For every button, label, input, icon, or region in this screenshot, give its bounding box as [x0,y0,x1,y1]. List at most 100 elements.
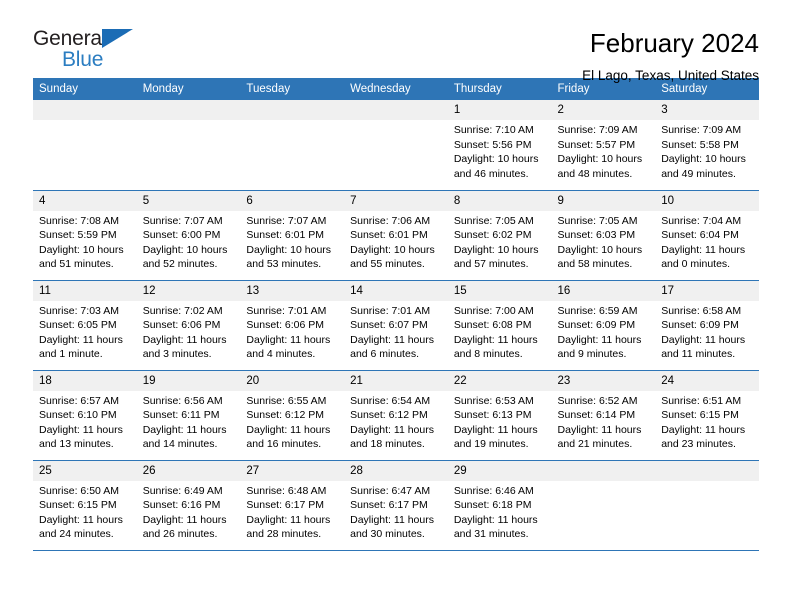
day-details: Sunrise: 7:04 AM Sunset: 6:04 PM Daylight:… [655,211,759,272]
sunset-time: Sunset: 6:03 PM [557,229,636,242]
daylight-duration-line2: and 48 minutes. [557,167,633,180]
daylight-duration-line1: Daylight: 11 hours [350,333,434,346]
sunrise-time: Sunrise: 6:56 AM [142,394,223,407]
sunrise-time: Sunrise: 7:06 AM [350,214,431,227]
sunset-time: Sunset: 6:17 PM [246,499,325,512]
calendar-day-cell[interactable]: 7 Sunrise: 7:06 AM Sunset: 6:01 PM Daylight… [344,190,448,281]
calendar-day-cell[interactable]: 5 Sunrise: 7:07 AM Sunset: 6:00 PM Daylight… [136,190,241,281]
day-details: Sunrise: 7:08 AM Sunset: 5:59 PM Daylight:… [33,211,137,272]
daylight-duration-line1: Daylight: 11 hours [39,423,123,436]
sunset-time: Sunset: 6:00 PM [142,229,221,242]
calendar-day-cell[interactable]: 21 Sunrise: 6:54 AM Sunset: 6:12 PM Dayligh… [344,370,448,461]
sunset-time: Sunset: 6:17 PM [350,499,428,512]
calendar-day-cell[interactable]: 28 Sunrise: 6:47 AM Sunset: 6:17 PM Dayligh… [344,460,448,551]
sunset-time: Sunset: 6:06 PM [142,319,221,332]
day-number: 21 [344,370,448,391]
day-details: Sunrise: 6:57 AM Sunset: 6:10 PM Daylight:… [33,391,137,452]
daylight-duration-line2: and 16 minutes. [246,438,322,451]
daylight-duration-line1: Daylight: 11 hours [453,513,538,526]
day-details: Sunrise: 6:47 AM Sunset: 6:17 PM Daylight:… [344,481,448,542]
calendar-day-cell[interactable]: 29 Sunrise: 6:46 AM Sunset: 6:18 PM Dayligh… [447,460,552,551]
daylight-duration-line1: Daylight: 11 hours [350,423,434,436]
calendar-day-cell[interactable]: 2 Sunrise: 7:09 AM Sunset: 5:57 PM Daylight… [551,100,656,191]
sunset-time: Sunset: 6:15 PM [661,409,739,422]
calendar-day-cell[interactable]: 16 Sunrise: 6:59 AM Sunset: 6:09 PM Dayligh… [551,280,656,371]
calendar-day-cell[interactable]: 26 Sunrise: 6:49 AM Sunset: 6:16 PM Dayligh… [136,460,241,551]
calendar-day-cell[interactable]: 10 Sunrise: 7:04 AM Sunset: 6:04 PM Dayligh… [655,190,759,281]
day-number: 15 [447,280,552,301]
weekday-header-wednesday: Wednesday [344,78,448,100]
day-number: 9 [551,190,656,211]
calendar-day-cell[interactable]: 23 Sunrise: 6:52 AM Sunset: 6:14 PM Dayligh… [551,370,656,461]
daylight-duration-line2: and 49 minutes. [661,167,736,180]
calendar-day-cell[interactable]: 14 Sunrise: 7:01 AM Sunset: 6:07 PM Dayligh… [344,280,448,371]
daylight-duration-line1: Daylight: 10 hours [453,243,539,256]
calendar-day-cell[interactable]: 18 Sunrise: 6:57 AM Sunset: 6:10 PM Dayligh… [33,370,137,461]
calendar-day-cell-empty [240,100,345,191]
calendar-day-cell[interactable]: 22 Sunrise: 6:53 AM Sunset: 6:13 PM Dayligh… [447,370,552,461]
daylight-duration-line2: and 28 minutes. [246,528,322,541]
page-header: General Blue February 2024 El Lago, Texa… [33,0,759,83]
day-number [136,100,241,120]
calendar-day-cell[interactable]: 9 Sunrise: 7:05 AM Sunset: 6:03 PM Daylight… [551,190,656,281]
calendar-day-cell[interactable]: 4 Sunrise: 7:08 AM Sunset: 5:59 PM Daylight… [33,190,137,281]
day-number: 24 [655,370,759,391]
sunset-time: Sunset: 6:01 PM [246,229,325,242]
calendar-day-cell[interactable]: 11 Sunrise: 7:03 AM Sunset: 6:05 PM Dayligh… [33,280,137,371]
daylight-duration-line2: and 57 minutes. [453,258,529,271]
sunrise-time: Sunrise: 7:09 AM [557,124,638,136]
calendar-day-cell[interactable]: 12 Sunrise: 7:02 AM Sunset: 6:06 PM Dayligh… [136,280,241,371]
day-details: Sunrise: 7:03 AM Sunset: 6:05 PM Daylight:… [33,301,137,362]
calendar-day-cell[interactable]: 17 Sunrise: 6:58 AM Sunset: 6:09 PM Dayligh… [655,280,759,371]
calendar-day-cell[interactable]: 6 Sunrise: 7:07 AM Sunset: 6:01 PM Daylight… [240,190,345,281]
general-blue-logo[interactable]: General Blue [33,27,153,75]
calendar-body: 1 Sunrise: 7:10 AM Sunset: 5:56 PM Daylight… [33,100,759,551]
calendar-day-cell[interactable]: 25 Sunrise: 6:50 AM Sunset: 6:15 PM Dayligh… [33,460,137,551]
sunset-time: Sunset: 6:09 PM [557,319,636,332]
sunrise-time: Sunrise: 7:01 AM [246,304,327,317]
calendar-week-row: 4 Sunrise: 7:08 AM Sunset: 5:59 PM Daylight… [33,190,759,281]
calendar-day-cell[interactable]: 13 Sunrise: 7:01 AM Sunset: 6:06 PM Dayligh… [240,280,345,371]
calendar-day-cell[interactable]: 8 Sunrise: 7:05 AM Sunset: 6:02 PM Daylight… [447,190,552,281]
day-details: Sunrise: 6:49 AM Sunset: 6:16 PM Daylight:… [137,481,241,542]
calendar-week-row: 18 Sunrise: 6:57 AM Sunset: 6:10 PM Dayligh… [33,370,759,461]
sunset-time: Sunset: 5:57 PM [557,138,636,151]
day-number: 7 [344,190,448,211]
sunset-time: Sunset: 5:59 PM [39,229,117,242]
daylight-duration-line1: Daylight: 11 hours [39,333,123,346]
sunrise-time: Sunrise: 7:01 AM [350,304,431,317]
daylight-duration-line2: and 8 minutes. [453,348,523,361]
sunset-time: Sunset: 6:06 PM [246,319,325,332]
calendar-day-cell[interactable]: 1 Sunrise: 7:10 AM Sunset: 5:56 PM Daylight… [447,100,552,191]
calendar-day-cell[interactable]: 3 Sunrise: 7:09 AM Sunset: 5:58 PM Daylight… [655,100,759,191]
day-details: Sunrise: 6:56 AM Sunset: 6:11 PM Daylight:… [137,391,241,452]
page-title: February 2024 [589,28,759,58]
calendar-day-cell[interactable]: 19 Sunrise: 6:56 AM Sunset: 6:11 PM Dayligh… [136,370,241,461]
title-block: February 2024 El Lago, Texas, United Sta… [582,27,759,85]
day-details: Sunrise: 6:54 AM Sunset: 6:12 PM Daylight:… [344,391,448,452]
sunset-time: Sunset: 6:04 PM [661,229,739,242]
sunset-time: Sunset: 6:01 PM [350,229,428,242]
sunset-time: Sunset: 6:11 PM [142,409,220,422]
calendar-day-cell[interactable]: 24 Sunrise: 6:51 AM Sunset: 6:15 PM Dayligh… [655,370,759,461]
calendar-day-cell[interactable]: 15 Sunrise: 7:00 AM Sunset: 6:08 PM Dayligh… [447,280,552,371]
day-details: Sunrise: 6:46 AM Sunset: 6:18 PM Daylight:… [448,481,552,542]
calendar-day-cell[interactable]: 27 Sunrise: 6:48 AM Sunset: 6:17 PM Dayligh… [240,460,345,551]
day-details: Sunrise: 7:02 AM Sunset: 6:06 PM Daylight:… [137,301,241,362]
daylight-duration-line1: Daylight: 11 hours [661,243,746,256]
day-number: 17 [655,280,759,301]
daylight-duration-line2: and 30 minutes. [350,528,425,541]
daylight-duration-line2: and 46 minutes. [453,167,529,180]
sunset-time: Sunset: 5:58 PM [661,138,739,151]
day-number: 16 [551,280,656,301]
day-number: 25 [33,460,137,481]
daylight-duration-line2: and 13 minutes. [39,438,114,451]
sunrise-time: Sunrise: 6:46 AM [453,484,534,497]
daylight-duration-line2: and 21 minutes. [557,438,633,451]
day-details: Sunrise: 6:55 AM Sunset: 6:12 PM Daylight:… [240,391,344,452]
calendar-day-cell[interactable]: 20 Sunrise: 6:55 AM Sunset: 6:12 PM Dayligh… [240,370,345,461]
weekday-header-thursday: Thursday [447,78,552,100]
daylight-duration-line2: and 1 minute. [39,348,103,361]
sunset-time: Sunset: 6:07 PM [350,319,428,332]
daylight-duration-line2: and 24 minutes. [39,528,114,541]
